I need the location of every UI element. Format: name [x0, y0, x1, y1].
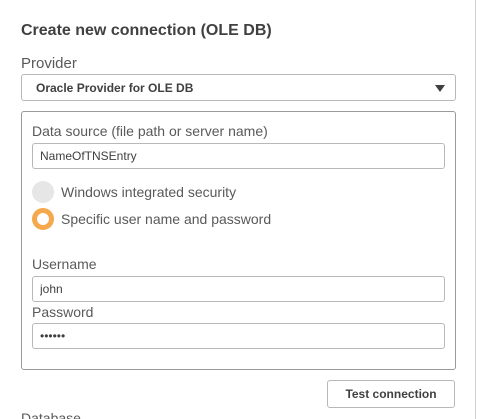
password-label: Password: [32, 304, 94, 320]
dialog-title: Create new connection (OLE DB): [21, 22, 272, 39]
radio-unselected-icon: [32, 181, 54, 203]
radio-selected-icon: [32, 208, 54, 230]
chevron-down-icon: [435, 85, 445, 92]
provider-select[interactable]: Oracle Provider for OLE DB: [21, 74, 456, 101]
connection-settings-group: Data source (file path or server name) W…: [21, 111, 456, 370]
data-source-label: Data source (file path or server name): [32, 123, 268, 139]
radio-windows-security-label: Windows integrated security: [61, 184, 237, 200]
password-input[interactable]: [32, 323, 445, 349]
database-label: Database: [21, 410, 81, 419]
test-connection-button[interactable]: Test connection: [327, 380, 455, 408]
radio-windows-security[interactable]: Windows integrated security: [32, 180, 236, 204]
username-input[interactable]: [32, 276, 445, 302]
create-connection-dialog: Create new connection (OLE DB) Provider …: [0, 0, 476, 419]
username-label: Username: [32, 256, 97, 272]
provider-selected-value: Oracle Provider for OLE DB: [36, 81, 194, 95]
radio-specific-user[interactable]: Specific user name and password: [32, 207, 271, 231]
radio-specific-user-label: Specific user name and password: [61, 211, 272, 227]
data-source-input[interactable]: [32, 143, 445, 169]
provider-label: Provider: [21, 55, 77, 72]
